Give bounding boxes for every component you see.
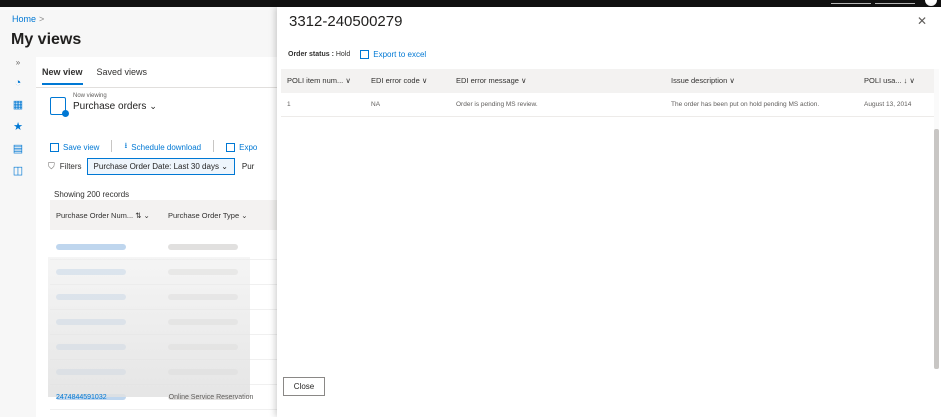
page-title: My views bbox=[11, 31, 82, 48]
save-view-button[interactable]: Save view bbox=[50, 140, 99, 154]
now-viewing-value: Purchase orders bbox=[73, 101, 147, 112]
issue-description-cell: The order has been put on hold pending M… bbox=[671, 101, 820, 108]
schedule-download-button[interactable]: ⭳ Schedule download bbox=[124, 140, 201, 154]
order-details-panel: 3312-240500279 ✕ Order status : Hold Exp… bbox=[277, 7, 941, 417]
order-status-value: Hold bbox=[335, 51, 351, 58]
column-header-poli-usage[interactable]: POLI usa... ↓ ∨ bbox=[864, 69, 915, 93]
action-bar: Save view ⭳ Schedule download Expo bbox=[50, 140, 257, 154]
chevron-down-icon: ⌄ bbox=[221, 162, 228, 171]
item-number-cell: 1 bbox=[287, 101, 291, 108]
export-label: Expo bbox=[239, 142, 258, 152]
grid-header: Purchase Order Num... ⇅ ⌄ Purchase Order… bbox=[50, 200, 280, 230]
po-filter-chip[interactable]: Pur bbox=[240, 159, 256, 174]
column-header-issue-description[interactable]: Issue description ∨ bbox=[671, 69, 735, 93]
dashboard-icon[interactable]: ◔ bbox=[11, 76, 25, 90]
details-grid: POLI item num... ∨ EDI error code ∨ EDI … bbox=[281, 69, 935, 117]
filters-label: Filters bbox=[59, 162, 82, 171]
column-header-po-number[interactable]: Purchase Order Num... ⇅ ⌄ bbox=[50, 211, 162, 220]
error-code-cell: NA bbox=[371, 101, 381, 108]
document-icon[interactable]: ▤ bbox=[11, 142, 25, 156]
column-header-po-type[interactable]: Purchase Order Type ⌄ bbox=[162, 211, 274, 220]
excel-icon bbox=[360, 50, 370, 59]
date-filter-text: Purchase Order Date: Last 30 days bbox=[93, 162, 219, 171]
column-header-poli-item[interactable]: POLI item num... ∨ bbox=[287, 69, 351, 93]
view-selector[interactable]: Now viewing Purchase orders ⌄ bbox=[50, 93, 157, 117]
tabs-divider bbox=[36, 87, 280, 88]
breadcrumb-home[interactable]: Home bbox=[12, 14, 36, 24]
table-row[interactable]: 2474844591032 Online Service Reservation bbox=[56, 394, 253, 401]
filter-icon: ⛉ bbox=[48, 161, 55, 171]
action-separator bbox=[111, 140, 113, 152]
save-icon bbox=[50, 142, 59, 152]
export-to-excel-button[interactable]: Export to excel bbox=[360, 50, 426, 59]
schedule-download-label: Schedule download bbox=[131, 142, 202, 152]
view-icon bbox=[50, 97, 69, 117]
now-viewing-label: Now viewing bbox=[73, 93, 107, 99]
grid-icon[interactable]: ▦ bbox=[11, 98, 25, 112]
view-tabs: New view Saved views bbox=[42, 67, 147, 85]
export-icon bbox=[226, 142, 236, 152]
details-grid-header: POLI item num... ∨ EDI error code ∨ EDI … bbox=[281, 69, 935, 93]
table-row[interactable]: 1 NA Order is pending MS review. The ord… bbox=[281, 93, 935, 117]
save-view-label: Save view bbox=[63, 142, 100, 152]
record-count: Showing 200 records bbox=[54, 190, 130, 199]
breadcrumb: Home > bbox=[12, 14, 44, 24]
background-page: Home > My views » ◔ ▦ ★ ▤ ◫ New view Save… bbox=[0, 7, 280, 417]
po-number-link[interactable]: 2474844591032 bbox=[56, 394, 107, 401]
date-filter-chip[interactable]: Purchase Order Date: Last 30 days ⌄ bbox=[86, 158, 235, 175]
expand-icon[interactable]: » bbox=[11, 56, 25, 70]
tab-saved-views[interactable]: Saved views bbox=[97, 67, 148, 85]
left-rail: » ◔ ▦ ★ ▤ ◫ bbox=[0, 56, 36, 196]
close-button[interactable]: Close bbox=[283, 377, 325, 396]
avatar[interactable] bbox=[925, 0, 937, 6]
order-status-label: Order status : bbox=[288, 51, 334, 58]
monitor-icon[interactable]: ◫ bbox=[11, 164, 25, 178]
export-to-excel-label: Export to excel bbox=[373, 50, 427, 59]
order-status-bar: Order status : Hold Export to excel bbox=[288, 50, 426, 59]
column-header-edi-error-code[interactable]: EDI error code ∨ bbox=[371, 69, 427, 93]
chevron-down-icon[interactable]: ⌄ bbox=[149, 101, 157, 111]
download-icon: ⭳ bbox=[124, 141, 128, 150]
scrollbar-thumb[interactable] bbox=[934, 129, 939, 369]
vertical-scrollbar[interactable] bbox=[934, 69, 939, 369]
filter-bar: ⛉ Filters Purchase Order Date: Last 30 d… bbox=[48, 158, 256, 175]
close-icon[interactable]: ✕ bbox=[917, 14, 927, 28]
column-header-edi-error-message[interactable]: EDI error message ∨ bbox=[456, 69, 527, 93]
top-links[interactable] bbox=[831, 0, 915, 4]
po-number-header-label: Purchase Order Num... bbox=[56, 210, 134, 220]
po-type-value: Online Service Reservation bbox=[168, 394, 254, 401]
redacted-area bbox=[48, 257, 250, 397]
panel-title: 3312-240500279 bbox=[289, 13, 403, 30]
star-icon[interactable]: ★ bbox=[11, 120, 25, 134]
usage-date-cell: August 13, 2014 bbox=[864, 101, 912, 108]
action-separator bbox=[213, 140, 215, 152]
error-message-cell: Order is pending MS review. bbox=[456, 101, 538, 108]
tab-new-view[interactable]: New view bbox=[42, 67, 83, 85]
po-type-header-label: Purchase Order Type bbox=[168, 210, 240, 220]
top-bar bbox=[0, 0, 941, 7]
breadcrumb-separator: > bbox=[39, 14, 45, 24]
export-button[interactable]: Expo bbox=[226, 140, 257, 154]
